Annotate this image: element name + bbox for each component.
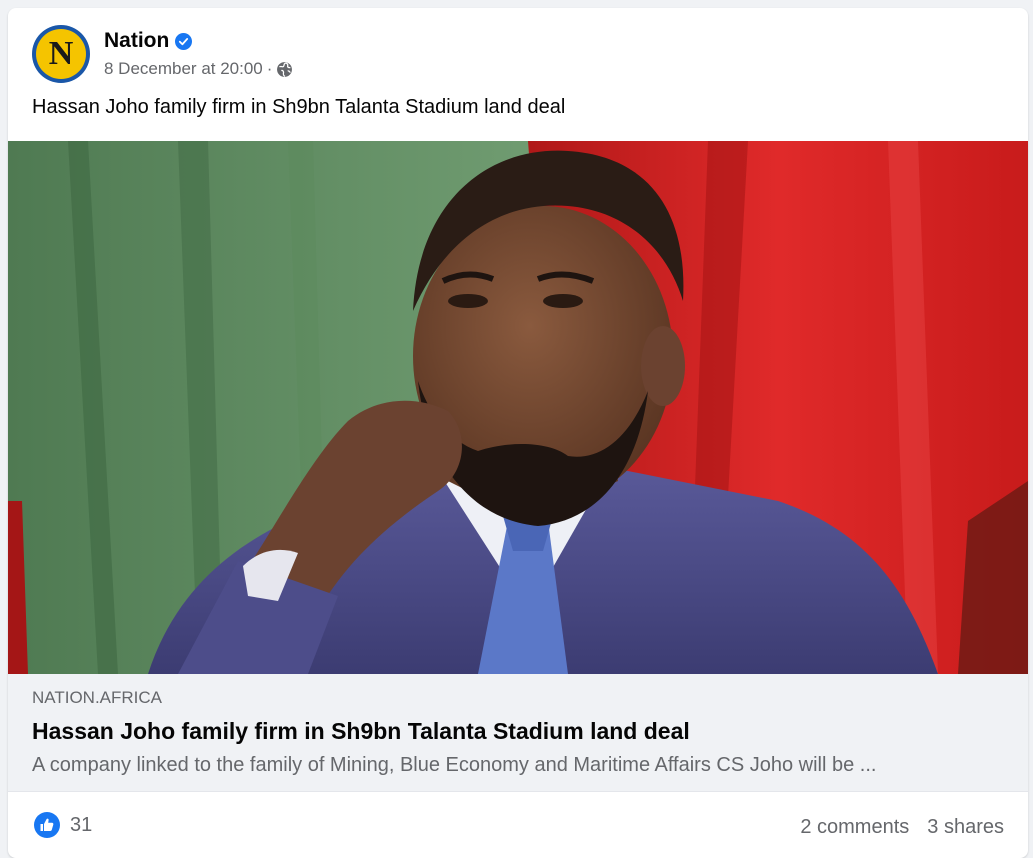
comments-count[interactable]: 2 comments (800, 816, 909, 839)
page-avatar[interactable]: N (32, 25, 90, 83)
post-photo[interactable] (8, 141, 1028, 674)
page-name[interactable]: Nation (104, 29, 169, 53)
link-description: A company linked to the family of Mining… (32, 754, 877, 776)
verified-badge-icon (175, 32, 193, 50)
like-icon (34, 812, 60, 838)
engagement-counts: 2 comments 3 shares (800, 816, 1004, 839)
link-preview[interactable]: NATION.AFRICA Hassan Joho family firm in… (8, 674, 1028, 791)
link-title: Hassan Joho family firm in Sh9bn Talanta… (32, 718, 690, 744)
link-domain: NATION.AFRICA (32, 688, 163, 707)
post-timestamp[interactable]: 8 December at 20:00 (104, 59, 263, 79)
post-header: N Nation 8 December at 20:00 · Hassan Jo… (8, 8, 1028, 140)
reactions-summary[interactable]: 31 (34, 812, 92, 838)
post-stats: 31 2 comments 3 shares (8, 791, 1028, 858)
shares-count[interactable]: 3 shares (927, 816, 1004, 839)
post-card: N Nation 8 December at 20:00 · Hassan Jo… (8, 8, 1028, 858)
avatar-letter: N (36, 29, 86, 79)
page-name-row: Nation (104, 28, 193, 54)
post-text: Hassan Joho family firm in Sh9bn Talanta… (32, 96, 566, 118)
globe-icon[interactable] (276, 61, 293, 78)
post-meta: 8 December at 20:00 · (104, 59, 293, 79)
reaction-count: 31 (70, 813, 93, 836)
meta-separator: · (266, 59, 273, 78)
